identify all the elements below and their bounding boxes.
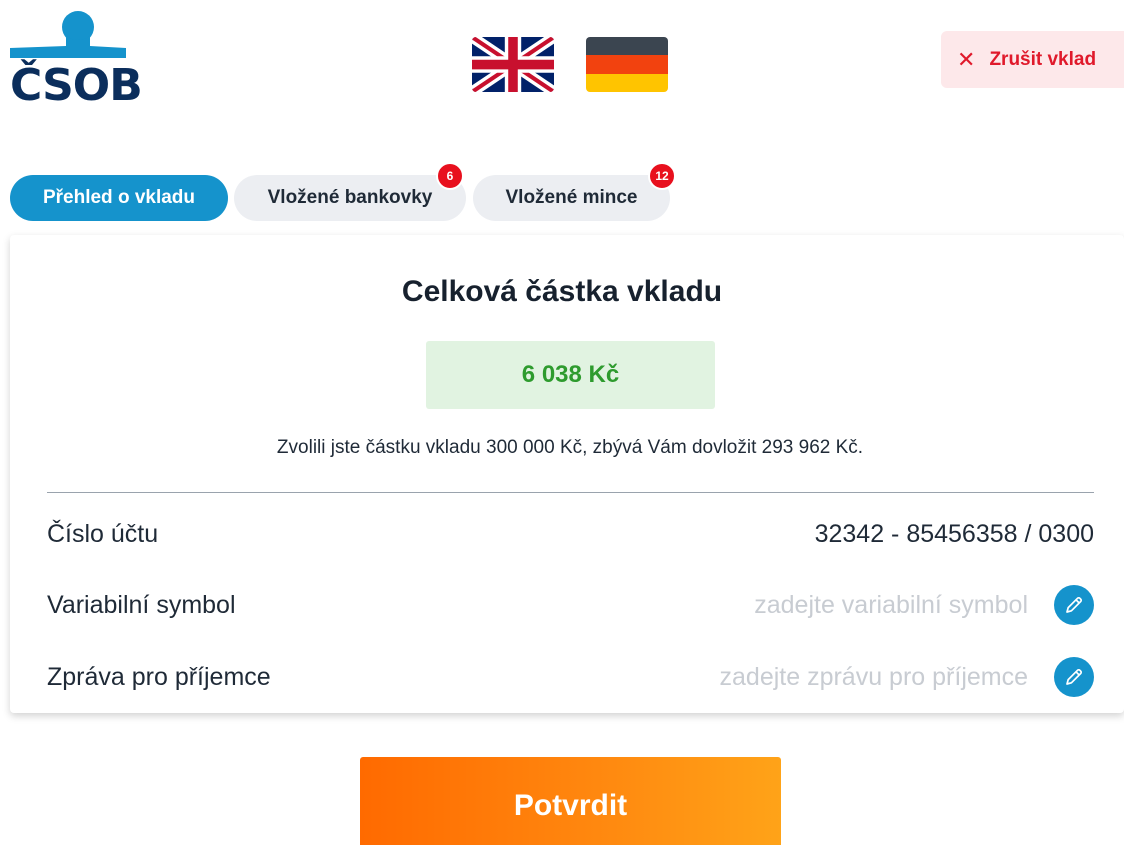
logo-text: ČSOB [10, 60, 143, 111]
close-icon: ✕ [957, 46, 976, 72]
edit-variable-symbol-button[interactable] [1054, 585, 1094, 625]
tab-deposit-overview[interactable]: Přehled o vkladu [10, 175, 228, 221]
total-amount-text: 6 038 Kč [521, 361, 620, 388]
uk-flag-icon [472, 37, 554, 92]
csob-logo: ČSOB [10, 10, 143, 108]
variable-symbol-input[interactable]: zadejte variabilní symbol [754, 591, 1028, 620]
divider [47, 492, 1094, 493]
account-number-value: 32342 - 85456358 / 0300 [814, 519, 1094, 548]
cancel-deposit-button[interactable]: ✕ Zrušit vklad [941, 31, 1124, 88]
language-english-button[interactable] [472, 37, 554, 92]
total-amount-value: 6 038 Kč [426, 341, 715, 409]
language-german-button[interactable] [586, 37, 668, 92]
tab-label: Vložené bankovky [267, 187, 433, 208]
confirm-button[interactable]: Potvrdit [360, 757, 781, 845]
cancel-deposit-label: Zrušit vklad [989, 48, 1097, 70]
confirm-label: Potvrdit [513, 789, 628, 822]
tab-inserted-coins[interactable]: Vložené mince 12 [473, 162, 676, 221]
recipient-message-row: Zpráva pro příjemce zadejte zprávu pro p… [47, 657, 1094, 697]
variable-symbol-label: Variabilní symbol [47, 590, 236, 619]
remaining-amount-info: Zvolili jste částku vkladu 300 000 Kč, z… [276, 437, 864, 458]
pencil-icon [1066, 596, 1083, 613]
pencil-icon [1066, 668, 1083, 685]
tab-label: Vložené mince [505, 187, 638, 208]
german-flag-icon [586, 37, 668, 92]
recipient-message-input[interactable]: zadejte zprávu pro příjemce [720, 663, 1028, 692]
recipient-message-label: Zpráva pro příjemce [47, 662, 271, 691]
coins-count-badge: 12 [648, 162, 676, 190]
account-number-label: Číslo účtu [47, 519, 159, 548]
account-number-row: Číslo účtu 32342 - 85456358 / 0300 [47, 514, 1094, 554]
banknotes-count-badge: 6 [436, 162, 464, 190]
tab-label: Přehled o vkladu [42, 187, 196, 208]
edit-recipient-message-button[interactable] [1054, 657, 1094, 697]
variable-symbol-row: Variabilní symbol zadejte variabilní sym… [47, 585, 1094, 625]
total-amount-title: Celková částka vkladu [401, 275, 723, 308]
tab-inserted-banknotes[interactable]: Vložené bankovky 6 [234, 162, 466, 221]
